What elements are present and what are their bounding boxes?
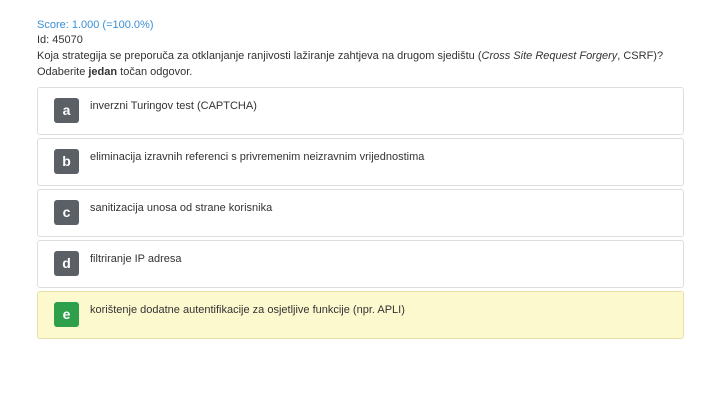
question-part-1: Koja strategija se preporuča za otklanja…	[37, 50, 482, 62]
answer-text: korištenje dodatne autentifikacije za os…	[90, 304, 405, 316]
question-panel: Score: 1.000 (=100.0%) Id: 45070 Koja st…	[37, 18, 685, 342]
score-text: Score: 1.000 (=100.0%)	[37, 19, 154, 31]
answer-letter-badge: d	[54, 251, 79, 276]
question-part-3: točan odgovor.	[117, 66, 193, 78]
answer-text: sanitizacija unosa od strane korisnika	[90, 202, 273, 214]
answer-option-d[interactable]: d filtriranje IP adresa	[37, 240, 684, 288]
question-italic: Cross Site Request Forgery	[481, 50, 618, 62]
question-text: Koja strategija se preporuča za otklanja…	[37, 48, 685, 80]
answer-letter-badge: a	[54, 98, 79, 123]
question-id: Id: 45070	[37, 34, 83, 46]
answer-text: eliminacija izravnih referenci s privrem…	[90, 151, 425, 163]
answer-option-b[interactable]: b eliminacija izravnih referenci s privr…	[37, 138, 684, 186]
answer-option-a[interactable]: a inverzni Turingov test (CAPTCHA)	[37, 87, 684, 135]
answer-option-c[interactable]: c sanitizacija unosa od strane korisnika	[37, 189, 684, 237]
answer-letter-badge: c	[54, 200, 79, 225]
answer-text: inverzni Turingov test (CAPTCHA)	[90, 100, 257, 112]
answer-letter-badge: e	[54, 302, 79, 327]
answer-letter-badge: b	[54, 149, 79, 174]
answer-text: filtriranje IP adresa	[90, 253, 182, 265]
answer-option-e[interactable]: e korištenje dodatne autentifikacije za …	[37, 291, 684, 339]
answer-list: a inverzni Turingov test (CAPTCHA) b eli…	[37, 87, 685, 339]
question-bold: jedan	[88, 66, 118, 78]
